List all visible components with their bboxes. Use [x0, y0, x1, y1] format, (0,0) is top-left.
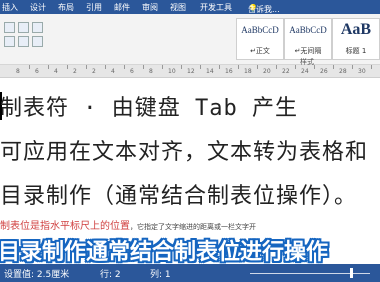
ruler-number: 4 [54, 68, 58, 75]
style-preview: AaBbCcD [289, 25, 327, 35]
styles-gallery: AaBbCcD ↵正文 AaBbCcD ↵无间隔 AaB 标题 1 [236, 18, 380, 60]
ruler-number: 10 [168, 68, 176, 75]
ruler-number: 30 [358, 68, 366, 75]
ruler-tick [333, 65, 334, 69]
align-right-icon[interactable] [32, 36, 43, 47]
ruler-tick [352, 65, 353, 69]
ruler-number: 18 [244, 68, 252, 75]
ruler-tick [29, 65, 30, 69]
ruler-number: 20 [263, 68, 271, 75]
tab-review[interactable]: 审阅 [142, 2, 158, 13]
status-row: 行: 2 [100, 270, 121, 280]
ruler-tick [124, 65, 125, 69]
bullets-icon[interactable] [4, 22, 15, 33]
indent-icon[interactable] [32, 22, 43, 33]
ruler-number: 16 [225, 68, 233, 75]
doc-line-3: 目录制作（通常结合制表位操作）。 [0, 184, 358, 209]
ruler-number: 4 [111, 68, 115, 75]
subtitle-text: 目录制作通常结合制表位进行操作 [0, 240, 329, 265]
style-heading-1[interactable]: AaB 标题 1 [332, 18, 380, 60]
ruler-number: 14 [206, 68, 214, 75]
status-col: 列: 1 [150, 270, 171, 280]
doc-line-1: 制表符 · 由键盘 Tab 产生 [0, 96, 298, 121]
ruler-number: 8 [16, 68, 20, 75]
ruler-number: 26 [320, 68, 328, 75]
ruler-tick [48, 65, 49, 69]
ruler-number: 22 [282, 68, 290, 75]
ribbon-tab-bar: 插入 设计 布局 引用 邮件 审阅 视图 开发工具 💡 告诉我... [0, 0, 380, 14]
style-name: ↵无间隔 [294, 47, 322, 55]
ruler-tick [295, 65, 296, 69]
ruler-number: 12 [187, 68, 195, 75]
ruler-number: 2 [92, 68, 96, 75]
status-bar: 设置值: 2.5厘米 行: 2 列: 1 [0, 264, 380, 282]
ruler-tick [143, 65, 144, 69]
ruler-number: 6 [35, 68, 39, 75]
ruler-number: 2 [73, 68, 77, 75]
style-name: ↵正文 [250, 47, 270, 55]
doc-line-2: 可应用在文本对齐，文本转为表格和 [0, 140, 369, 165]
ruler-tick [219, 65, 220, 69]
numbering-icon[interactable] [18, 22, 29, 33]
tab-insert[interactable]: 插入 [2, 2, 18, 13]
ruler-tick [257, 65, 258, 69]
align-center-icon[interactable] [18, 36, 29, 47]
ruler-number: 28 [339, 68, 347, 75]
tab-view[interactable]: 视图 [170, 2, 186, 13]
ruler-tick [200, 65, 201, 69]
ruler-number: 24 [301, 68, 309, 75]
horizontal-ruler[interactable]: 8 6 4 2 2 4 6 8 10 12 14 16 18 20 22 24 26 28 30 [0, 65, 380, 78]
status-position: 设置值: 2.5厘米 [4, 270, 70, 280]
tab-design[interactable]: 设计 [30, 2, 46, 13]
ruler-tick [162, 65, 163, 69]
document-area[interactable]: 制表符 · 由键盘 Tab 产生 可应用在文本对齐，文本转为表格和 目录制作（通… [0, 78, 380, 265]
ruler-tick [67, 65, 68, 69]
ribbon-body: AaBbCcD ↵正文 AaBbCcD ↵无间隔 AaB 标题 1 样式 [0, 14, 380, 66]
ruler-tick [276, 65, 277, 69]
zoom-slider-knob[interactable] [350, 268, 353, 278]
style-name: 标题 1 [345, 47, 367, 55]
tab-mailings[interactable]: 邮件 [114, 2, 130, 13]
style-no-spacing[interactable]: AaBbCcD ↵无间隔 [284, 18, 332, 60]
ruler-tick [181, 65, 182, 69]
ruler-number: 6 [130, 68, 134, 75]
ruler-number: 8 [149, 68, 153, 75]
ruler-tick [105, 65, 106, 69]
ruler-tick [371, 65, 372, 69]
paragraph-tools [0, 18, 60, 58]
tab-developer[interactable]: 开发工具 [200, 2, 232, 13]
ruler-tick [86, 65, 87, 69]
ruler-tick [314, 65, 315, 69]
video-subtitle: 目录制作通常结合制表位进行操作 [0, 230, 380, 265]
tab-layout[interactable]: 布局 [58, 2, 74, 13]
style-preview: AaBbCcD [241, 25, 279, 35]
style-preview: AaB [340, 21, 372, 38]
ruler-tick [238, 65, 239, 69]
align-left-icon[interactable] [4, 36, 15, 47]
tab-references[interactable]: 引用 [86, 2, 102, 13]
style-normal[interactable]: AaBbCcD ↵正文 [236, 18, 284, 60]
